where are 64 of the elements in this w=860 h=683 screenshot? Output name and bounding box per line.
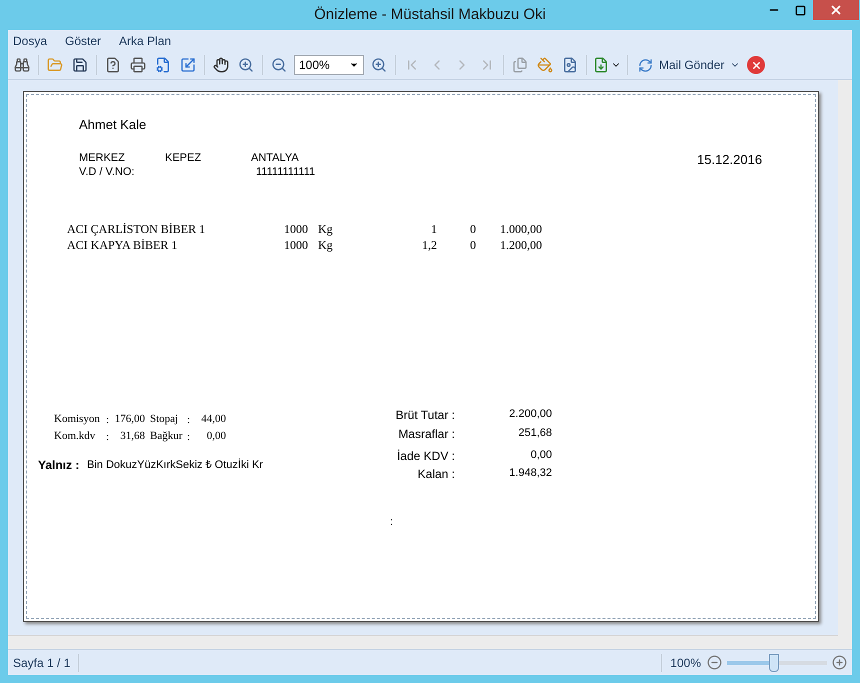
total-label: Brüt Tutar : [396, 409, 455, 421]
maximize-icon [794, 4, 806, 16]
menu-item[interactable]: Dosya [13, 32, 48, 50]
close-icon[interactable] [747, 56, 766, 74]
total-value: 1.948,32 [509, 468, 552, 479]
minus-icon [707, 655, 722, 670]
deduction-value: 176,00 [114, 414, 145, 425]
zoom-slider[interactable] [727, 654, 827, 672]
address-text: KEPEZ [165, 153, 202, 164]
footer-mark: : [390, 517, 394, 528]
quantity-cell: 1000 [284, 223, 308, 235]
deduction-label: Komisyon [54, 414, 100, 425]
deduction-value: 0,00 [206, 431, 226, 442]
quantity-cell: 1000 [284, 239, 308, 251]
page-indicator: Sayfa 1 / 1 [13, 654, 80, 672]
in-words-text: Bin DokuzYüzKırkSekiz ₺ Otuzİki Kr [87, 460, 263, 471]
tax-label: V.D / V.NO: [79, 167, 134, 178]
zoom-dropdown[interactable]: 100% [294, 55, 364, 75]
mail-button[interactable]: Mail Gönder [632, 53, 746, 77]
product-name: ACI ÇARLİSTON BİBER 1 [67, 223, 206, 235]
total-value: 0,00 [530, 450, 552, 461]
slider-thumb[interactable] [769, 654, 779, 672]
address-text: MERKEZ [79, 153, 125, 164]
close-icon [829, 3, 843, 17]
deduction-value: 31,68 [120, 431, 145, 442]
in-words-label: Yalnız : [38, 459, 80, 471]
plus-icon [832, 655, 847, 670]
total-value: 2.200,00 [509, 409, 552, 420]
vertical-scrollbar[interactable] [838, 80, 852, 649]
zoom-in-button[interactable] [832, 655, 847, 670]
deduction-label: Bağkur [150, 431, 182, 442]
customer-name: Ahmet Kale [79, 118, 146, 131]
table-cell: 1 [431, 223, 437, 235]
separator-text: : [106, 432, 110, 443]
separator-text: : [106, 415, 110, 426]
tax-number: 11111111111 [256, 167, 316, 178]
refresh-icon [638, 58, 653, 72]
deduction-label: Kom.kdv [54, 431, 96, 442]
unit-cell: Kg [318, 223, 333, 235]
separator-text: : [187, 415, 190, 426]
total-value: 251,68 [518, 428, 552, 439]
amount-cell: 1.200,00 [500, 239, 542, 251]
close-button[interactable] [813, 0, 859, 20]
window-title: Önizleme - Müstahsil Makbuzu Oki [314, 4, 546, 25]
address-text: ANTALYA [251, 153, 299, 164]
horizontal-scrollbar[interactable] [8, 635, 838, 649]
table-cell: 1,2 [422, 239, 437, 251]
deduction-label: Stopaj [150, 414, 178, 425]
table-cell: 0 [470, 239, 476, 251]
separator-text: : [187, 432, 190, 443]
total-label: Masraflar : [398, 428, 455, 440]
amount-cell: 1.000,00 [500, 223, 542, 235]
export-icon [593, 57, 609, 73]
zoom-out-button[interactable] [707, 655, 722, 670]
menu-item[interactable]: Göster [65, 32, 102, 50]
deduction-value: 44,00 [201, 414, 226, 425]
total-label: Kalan : [418, 468, 455, 480]
zoom-percentage: 100% [661, 654, 701, 672]
total-label: İade KDV : [396, 450, 455, 462]
document-date: 15.12.2016 [697, 153, 762, 166]
menu-item[interactable]: Arka Plan [119, 32, 172, 50]
table-cell: 0 [470, 223, 476, 235]
unit-cell: Kg [318, 239, 333, 251]
product-name: ACI KAPYA BİBER 1 [67, 239, 178, 251]
